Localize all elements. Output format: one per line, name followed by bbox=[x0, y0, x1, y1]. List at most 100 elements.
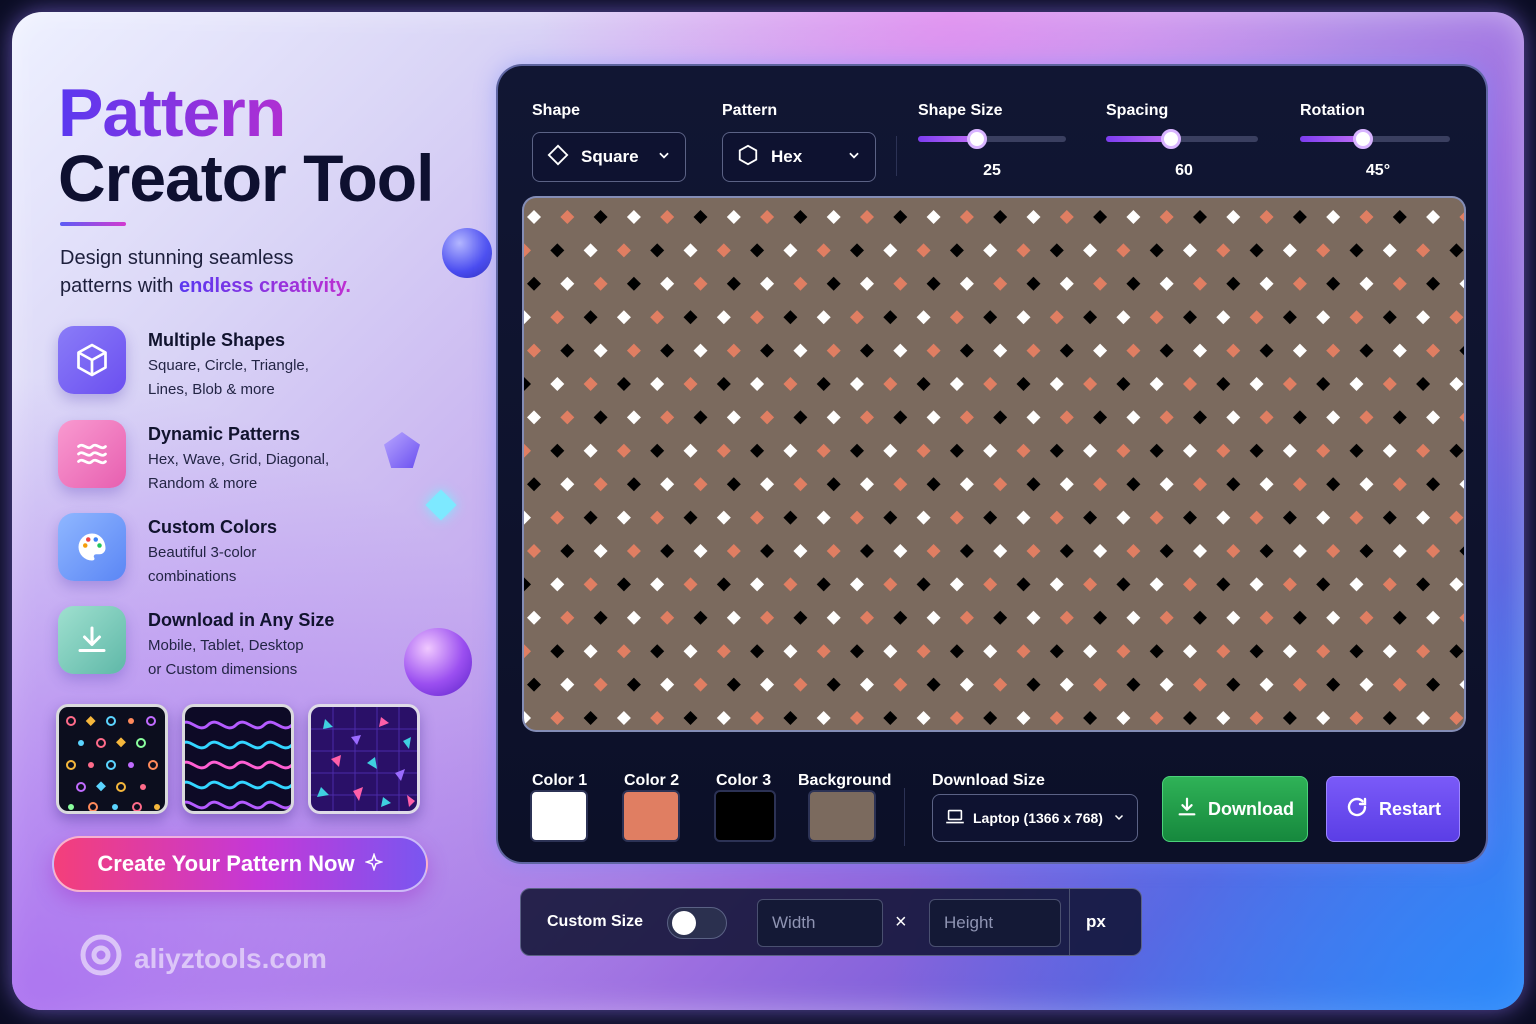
feature-desc: Square, Circle, Triangle, Lines, Blob & m… bbox=[148, 357, 309, 398]
pattern-diamond bbox=[1016, 644, 1031, 659]
pattern-diamond bbox=[1292, 410, 1307, 425]
slider-knob[interactable] bbox=[1353, 129, 1373, 149]
pattern-diamond bbox=[1392, 477, 1407, 492]
width-input[interactable]: Width bbox=[757, 899, 883, 947]
pattern-diamond bbox=[1216, 443, 1231, 458]
divider bbox=[904, 788, 905, 846]
pattern-diamond bbox=[816, 711, 831, 725]
pattern-diamond bbox=[1226, 276, 1241, 291]
pattern-diamond bbox=[1316, 310, 1331, 325]
pattern-diamond bbox=[1016, 243, 1031, 258]
pattern-diamond bbox=[524, 310, 531, 325]
pattern-diamond bbox=[750, 577, 765, 592]
times-separator: × bbox=[895, 911, 907, 933]
create-pattern-button[interactable]: Create Your Pattern Now bbox=[52, 836, 428, 892]
slider-knob[interactable] bbox=[1161, 129, 1182, 149]
pattern-diamond bbox=[693, 276, 708, 291]
pattern-diamond bbox=[1282, 243, 1297, 258]
pattern-diamond bbox=[1226, 477, 1241, 492]
pattern-diamond bbox=[949, 711, 964, 725]
pattern-diamond bbox=[1126, 276, 1141, 291]
background-swatch[interactable] bbox=[808, 790, 876, 842]
pattern-diamond bbox=[1059, 544, 1074, 558]
pattern-diamond bbox=[527, 276, 541, 291]
pattern-diamond bbox=[1059, 477, 1074, 492]
pattern-diamond bbox=[883, 243, 898, 258]
pattern-diamond bbox=[1083, 443, 1098, 458]
shape-size-label: Shape Size bbox=[918, 102, 1003, 119]
pattern-diamond bbox=[793, 276, 808, 291]
rotation-slider[interactable] bbox=[1300, 129, 1450, 149]
pattern-diamond bbox=[1449, 644, 1464, 659]
pattern-diamond bbox=[1426, 677, 1441, 692]
thumbnail-diagonal[interactable] bbox=[308, 704, 420, 814]
pattern-diamond bbox=[1226, 677, 1241, 692]
pattern-diamond bbox=[1282, 377, 1297, 391]
color3-swatch[interactable] bbox=[714, 790, 776, 842]
pattern-diamond bbox=[1159, 610, 1174, 625]
waves-icon bbox=[58, 420, 126, 488]
pattern-diamond bbox=[760, 477, 775, 492]
pattern-diamond bbox=[1126, 477, 1141, 492]
shape-select[interactable]: Square bbox=[532, 132, 686, 182]
thumbnail-dots[interactable] bbox=[56, 704, 168, 814]
pattern-diamond bbox=[949, 377, 964, 391]
pattern-diamond bbox=[983, 377, 998, 391]
pattern-diamond bbox=[583, 644, 598, 659]
pattern-diamond bbox=[750, 711, 765, 725]
pattern-diamond bbox=[1382, 644, 1397, 659]
pattern-diamond bbox=[860, 276, 874, 291]
feature-multiple-shapes: Multiple Shapes Square, Circle, Triangle… bbox=[58, 326, 438, 398]
pattern-diamond bbox=[1159, 544, 1174, 558]
pattern-diamond bbox=[949, 577, 964, 592]
pattern-select[interactable]: Hex bbox=[722, 132, 876, 182]
pattern-diamond bbox=[1349, 243, 1364, 258]
pattern-diamond bbox=[916, 443, 931, 458]
spacing-slider[interactable] bbox=[1106, 129, 1258, 149]
pattern-diamond bbox=[760, 343, 775, 358]
pattern-diamond bbox=[1059, 210, 1074, 224]
pattern-diamond bbox=[1083, 243, 1098, 258]
download-size-select[interactable]: Laptop (1366 x 768) bbox=[932, 794, 1138, 842]
pattern-diamond bbox=[1426, 477, 1441, 492]
pattern-diamond bbox=[626, 276, 641, 291]
pattern-diamond bbox=[1292, 477, 1307, 492]
pattern-diamond bbox=[616, 577, 631, 592]
pattern-diamond bbox=[1426, 210, 1441, 224]
pattern-diamond bbox=[726, 610, 741, 625]
pattern-diamond bbox=[716, 377, 731, 391]
pattern-diamond bbox=[1459, 212, 1464, 222]
color2-swatch[interactable] bbox=[622, 790, 680, 842]
restart-button[interactable]: Restart bbox=[1326, 776, 1460, 842]
pattern-diamond bbox=[850, 377, 864, 391]
pattern-diamond bbox=[660, 477, 675, 492]
pattern-diamond bbox=[1049, 510, 1064, 525]
shape-size-slider[interactable] bbox=[918, 129, 1066, 149]
pattern-diamond bbox=[1016, 510, 1031, 525]
download-button[interactable]: Download bbox=[1162, 776, 1308, 842]
feature-dynamic-patterns: Dynamic Patterns Hex, Wave, Grid, Diagon… bbox=[58, 420, 438, 492]
pattern-diamond bbox=[1183, 644, 1197, 659]
pattern-diamond bbox=[1292, 677, 1307, 692]
pattern-diamond bbox=[983, 577, 998, 592]
thumbnail-waves[interactable] bbox=[182, 704, 294, 814]
pattern-diamond bbox=[583, 510, 598, 525]
download-size-value: Laptop (1366 x 768) bbox=[973, 810, 1103, 826]
pattern-diamond bbox=[1193, 276, 1207, 291]
pattern-diamond bbox=[793, 210, 808, 224]
pattern-diamond bbox=[893, 276, 908, 291]
pattern-diamond bbox=[1216, 711, 1231, 725]
pattern-diamond bbox=[1126, 410, 1141, 425]
color1-swatch[interactable] bbox=[530, 790, 588, 842]
pattern-diamond bbox=[560, 544, 575, 558]
pattern-diamond bbox=[1116, 510, 1131, 525]
pattern-diamond bbox=[1183, 711, 1197, 725]
pattern-diamond bbox=[1059, 410, 1074, 425]
slider-knob[interactable] bbox=[967, 129, 988, 149]
custom-size-toggle[interactable] bbox=[667, 907, 727, 939]
height-input[interactable]: Height bbox=[929, 899, 1061, 947]
pattern-diamond bbox=[650, 243, 665, 258]
pattern-diamond bbox=[1316, 577, 1331, 592]
app-frame: Pattern Creator Tool Design stunning sea… bbox=[12, 12, 1524, 1010]
pattern-diamond bbox=[1126, 210, 1141, 224]
